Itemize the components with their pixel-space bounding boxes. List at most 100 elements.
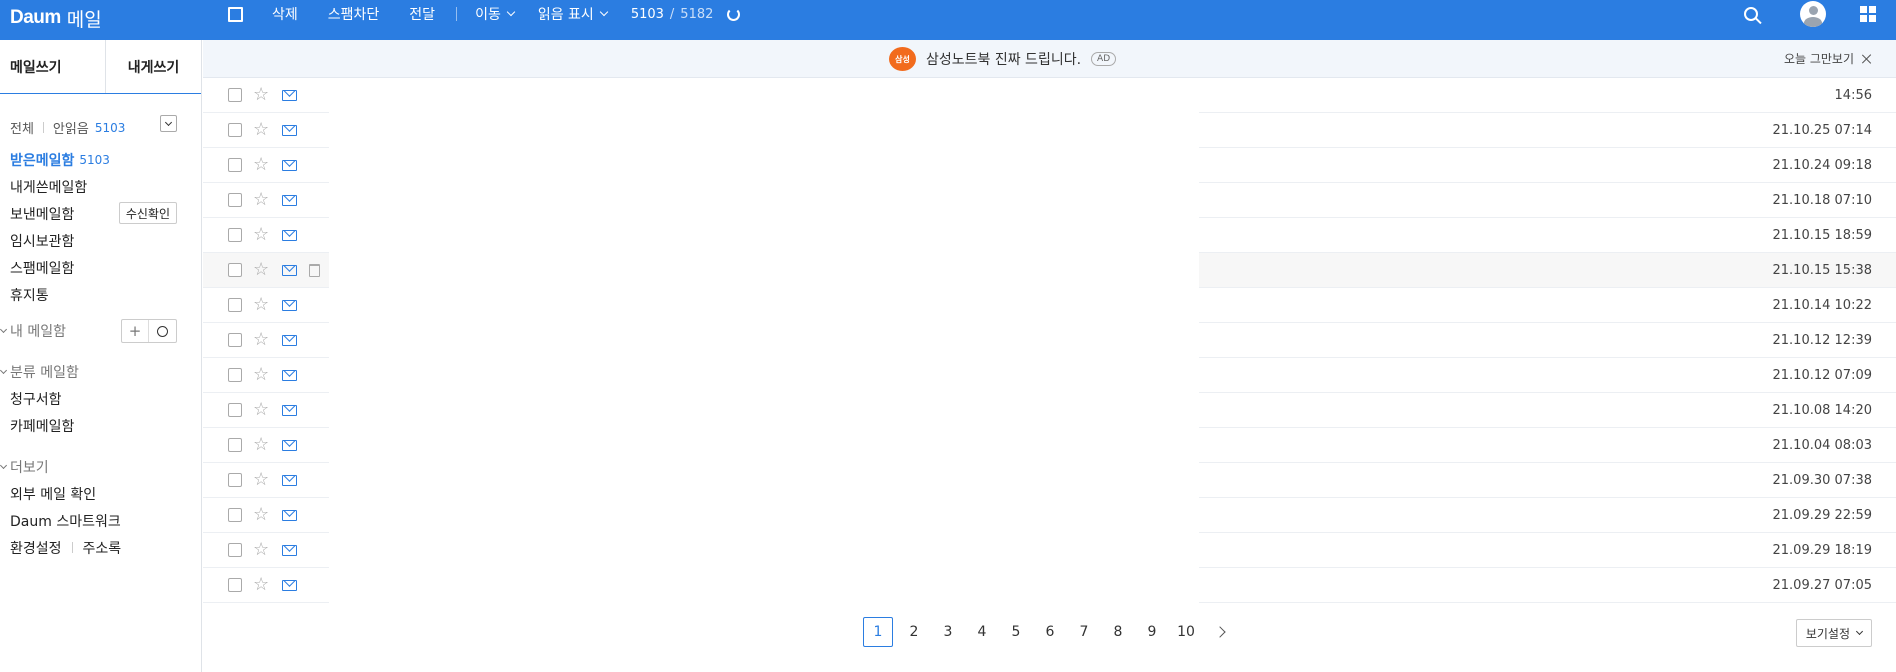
mail-subject-area[interactable]: [329, 428, 1199, 463]
folder-settings-button[interactable]: [149, 320, 176, 342]
page-1-button[interactable]: 1: [863, 617, 893, 647]
trash-icon[interactable]: [309, 264, 320, 277]
star-icon[interactable]: ☆: [253, 470, 269, 490]
mail-checkbox[interactable]: [228, 368, 242, 382]
mail-subject-area[interactable]: [329, 463, 1199, 498]
envelope-icon[interactable]: [282, 580, 297, 591]
select-all-checkbox-icon[interactable]: [228, 6, 243, 22]
apps-grid-icon[interactable]: [1860, 6, 1876, 22]
filter-dropdown-button[interactable]: [160, 115, 177, 132]
page-8-button[interactable]: 8: [1101, 617, 1135, 647]
mail-row[interactable]: ☆ 21.10.08 14:20: [203, 393, 1896, 428]
smartwork-link[interactable]: Daum 스마트워크: [0, 507, 202, 534]
mail-subject-area[interactable]: [329, 218, 1199, 253]
mail-subject-area[interactable]: [329, 183, 1199, 218]
star-icon[interactable]: ☆: [253, 295, 269, 315]
envelope-icon[interactable]: [282, 300, 297, 311]
mail-subject-area[interactable]: [329, 323, 1199, 358]
page-5-button[interactable]: 5: [999, 617, 1033, 647]
star-icon[interactable]: ☆: [253, 120, 269, 140]
envelope-icon[interactable]: [282, 510, 297, 521]
envelope-icon[interactable]: [282, 335, 297, 346]
mail-subject-area[interactable]: [329, 533, 1199, 568]
folder-inbox[interactable]: 받은메일함 5103: [10, 146, 192, 173]
mail-row[interactable]: ☆ 21.10.15 18:59: [203, 218, 1896, 253]
ad-close-today-button[interactable]: 오늘 그만보기: [1784, 50, 1872, 67]
mail-row[interactable]: ☆ 21.10.25 07:14: [203, 113, 1896, 148]
envelope-icon[interactable]: [282, 90, 297, 101]
mail-checkbox[interactable]: [228, 578, 242, 592]
star-icon[interactable]: ☆: [253, 540, 269, 560]
page-10-button[interactable]: 10: [1169, 617, 1203, 647]
ad-link[interactable]: 삼성 삼성노트북 진짜 드립니다. AD: [889, 47, 1117, 71]
mail-checkbox[interactable]: [228, 228, 242, 242]
next-page-button[interactable]: [1203, 617, 1237, 647]
folder-self[interactable]: 내게쓴메일함: [10, 173, 192, 200]
mail-checkbox[interactable]: [228, 88, 242, 102]
mail-subject-area[interactable]: [329, 113, 1199, 148]
star-icon[interactable]: ☆: [253, 190, 269, 210]
envelope-icon[interactable]: [282, 195, 297, 206]
envelope-icon[interactable]: [282, 125, 297, 136]
mail-row[interactable]: ☆ 14:56: [203, 78, 1896, 113]
mail-checkbox[interactable]: [228, 403, 242, 417]
envelope-icon[interactable]: [282, 265, 297, 276]
envelope-icon[interactable]: [282, 545, 297, 556]
folder-sent[interactable]: 보낸메일함 수신확인: [10, 200, 192, 227]
view-settings-dropdown[interactable]: 보기설정: [1795, 619, 1872, 647]
mail-row[interactable]: ☆ 21.10.12 07:09: [203, 358, 1896, 393]
star-icon[interactable]: ☆: [253, 435, 269, 455]
mail-checkbox[interactable]: [228, 123, 242, 137]
mail-row[interactable]: ☆ 21.10.04 08:03: [203, 428, 1896, 463]
envelope-icon[interactable]: [282, 370, 297, 381]
mail-subject-area[interactable]: [329, 498, 1199, 533]
mail-subject-area[interactable]: [329, 358, 1199, 393]
page-6-button[interactable]: 6: [1033, 617, 1067, 647]
read-receipt-button[interactable]: 수신확인: [118, 202, 177, 224]
mail-subject-area[interactable]: [329, 288, 1199, 323]
search-icon[interactable]: [1744, 7, 1758, 21]
envelope-icon[interactable]: [282, 160, 297, 171]
star-icon[interactable]: ☆: [253, 330, 269, 350]
filter-unread[interactable]: 안읽음: [53, 118, 89, 137]
page-4-button[interactable]: 4: [965, 617, 999, 647]
address-book-link[interactable]: 주소록: [83, 538, 122, 558]
mail-row[interactable]: ☆ 21.10.15 15:38: [203, 253, 1896, 288]
mark-read-dropdown[interactable]: 읽음 표시: [526, 4, 619, 24]
external-mail-link[interactable]: 외부 메일 확인: [0, 480, 202, 507]
folder-bills[interactable]: 청구서함: [0, 385, 202, 412]
mail-row[interactable]: ☆ 21.10.14 10:22: [203, 288, 1896, 323]
star-icon[interactable]: ☆: [253, 365, 269, 385]
mail-checkbox[interactable]: [228, 158, 242, 172]
mail-checkbox[interactable]: [228, 473, 242, 487]
refresh-icon[interactable]: [727, 7, 741, 21]
mail-subject-area[interactable]: [329, 78, 1199, 113]
delete-button[interactable]: 삭제: [257, 4, 313, 24]
mail-checkbox[interactable]: [228, 543, 242, 557]
folder-spam[interactable]: 스팸메일함: [10, 254, 192, 281]
mail-subject-area[interactable]: [329, 148, 1199, 183]
star-icon[interactable]: ☆: [253, 575, 269, 595]
mail-row[interactable]: ☆ 21.10.24 09:18: [203, 148, 1896, 183]
more-header[interactable]: 더보기: [0, 453, 202, 480]
mail-checkbox[interactable]: [228, 263, 242, 277]
star-icon[interactable]: ☆: [253, 225, 269, 245]
settings-link[interactable]: 환경설정: [10, 538, 62, 558]
mail-checkbox[interactable]: [228, 298, 242, 312]
folder-trash[interactable]: 휴지통: [10, 281, 192, 308]
folder-drafts[interactable]: 임시보관함: [10, 227, 192, 254]
star-icon[interactable]: ☆: [253, 505, 269, 525]
mail-row[interactable]: ☆ 21.09.29 22:59: [203, 498, 1896, 533]
mail-row[interactable]: ☆ 21.09.27 07:05: [203, 568, 1896, 603]
page-7-button[interactable]: 7: [1067, 617, 1101, 647]
compose-self-button[interactable]: 내게쓰기: [106, 40, 201, 93]
mail-subject-area[interactable]: [329, 253, 1199, 288]
account-icon[interactable]: [1800, 1, 1826, 27]
add-folder-button[interactable]: +: [122, 320, 149, 342]
mail-subject-area[interactable]: [329, 393, 1199, 428]
category-header[interactable]: 분류 메일함: [0, 358, 202, 385]
compose-mail-button[interactable]: 메일쓰기: [0, 40, 106, 93]
my-folders-header[interactable]: 내 메일함 +: [0, 317, 202, 344]
forward-button[interactable]: 전달: [394, 4, 450, 24]
star-icon[interactable]: ☆: [253, 85, 269, 105]
